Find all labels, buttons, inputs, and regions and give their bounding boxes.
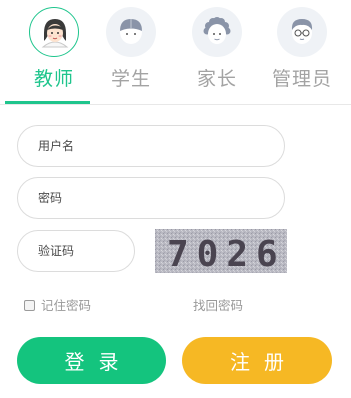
captcha-image[interactable]: 7026 — [155, 229, 287, 273]
tab-parent[interactable]: 家长 — [174, 0, 260, 104]
parent-avatar-icon — [192, 7, 242, 57]
remember-checkbox[interactable] — [24, 300, 35, 311]
tab-teacher[interactable]: 教师 — [11, 0, 97, 104]
captcha-text: 7026 — [167, 234, 286, 273]
student-avatar-icon — [106, 7, 156, 57]
admin-avatar-icon — [277, 7, 327, 57]
role-tabs: 教师 学生 家长 管理员 — [0, 0, 351, 106]
register-button[interactable]: 注册 — [182, 337, 332, 384]
tab-student-label: 学生 — [110, 68, 151, 90]
login-button[interactable]: 登录 — [17, 337, 166, 384]
tab-student[interactable]: 学生 — [88, 0, 174, 104]
tabs-divider — [0, 104, 351, 105]
tab-admin-label: 管理员 — [271, 68, 332, 90]
password-input[interactable] — [17, 177, 285, 219]
teacher-avatar-icon — [29, 7, 79, 57]
forgot-password-link[interactable]: 找回密码 — [193, 297, 243, 315]
tab-parent-label: 家长 — [196, 68, 237, 90]
username-input[interactable] — [17, 125, 285, 167]
tab-teacher-label: 教师 — [33, 68, 74, 90]
captcha-input[interactable] — [17, 230, 135, 272]
remember-label: 记住密码 — [41, 298, 92, 313]
tab-admin[interactable]: 管理员 — [259, 0, 345, 104]
